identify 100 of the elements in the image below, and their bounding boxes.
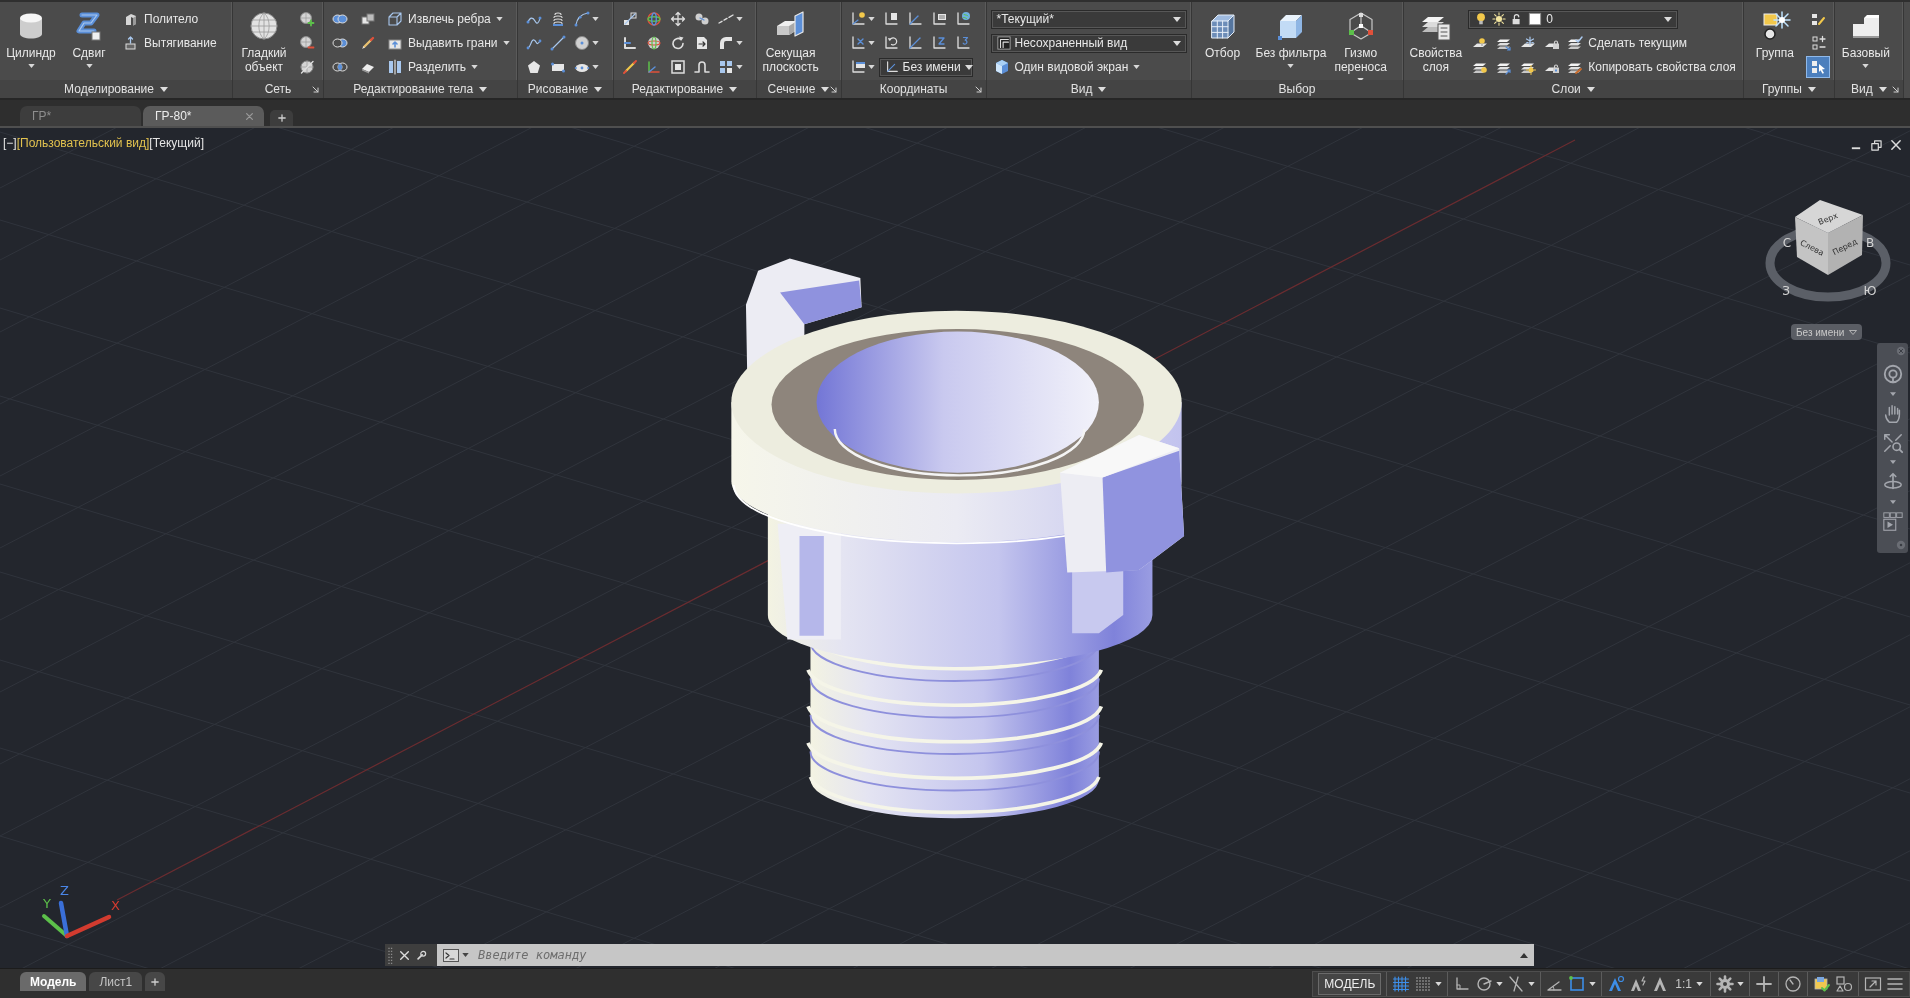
dialog-launcher-icon[interactable] [829,85,837,93]
view-cube[interactable] [1795,200,1863,275]
linked-circles-icon[interactable] [693,11,710,27]
tool-button[interactable]: Сдвиг [62,4,116,80]
caret-icon[interactable] [821,86,830,92]
layout-tab[interactable]: Модель [20,972,87,991]
globe-slash-icon[interactable] [299,59,315,75]
caret-icon[interactable] [1435,981,1443,986]
viewport-control[interactable]: [Пользовательский вид] [16,136,150,150]
axis-bulb-icon[interactable] [849,11,866,27]
terminal-icon[interactable] [443,948,459,962]
toggle-button[interactable] [1805,56,1830,78]
axis-window-icon[interactable] [849,59,866,75]
dot-icon[interactable] [1896,539,1906,550]
axis-doc-icon[interactable] [882,11,899,27]
tool-button[interactable]: Без фильтра [1253,4,1329,80]
caret-icon[interactable] [1737,981,1744,986]
tool-button[interactable]: Разделить [384,56,482,78]
dialog-launcher-icon[interactable] [974,85,982,93]
figure-bolt-icon[interactable] [1629,974,1648,993]
dialog-launcher-icon[interactable] [312,85,319,93]
brush-icon[interactable] [621,59,638,75]
new-layout-button[interactable] [145,972,166,991]
compass-label[interactable]: З [1782,284,1790,298]
command-line-field[interactable]: Введите команду [437,944,1534,966]
tool-button[interactable]: Копировать свойства слоя [1564,56,1739,78]
tool-button[interactable]: Отбор [1195,4,1250,80]
grid-squares-icon[interactable] [717,59,734,75]
viewport-control[interactable]: [Текущий] [149,136,204,150]
line-icon[interactable] [549,35,566,51]
globe-minus-icon[interactable] [299,35,315,51]
pentagon-icon[interactable] [525,59,542,75]
dialog-launcher-icon[interactable] [1891,85,1899,93]
circle-icon[interactable] [573,35,590,51]
compass-label[interactable]: В [1865,236,1875,250]
axis-list-icon[interactable] [930,11,947,27]
viewport-control[interactable]: [−] [3,136,17,150]
grip-icon[interactable] [388,946,393,964]
caret-icon[interactable] [479,86,488,92]
caret-icon[interactable] [729,86,738,92]
tool-button[interactable]: Выдавить грани [384,32,513,54]
dashed-line-icon[interactable] [717,11,734,27]
caret-icon[interactable] [1889,500,1896,505]
tool-button[interactable]: Гизмо переноса [1332,4,1389,80]
gear-icon[interactable] [1716,974,1734,993]
caret-icon[interactable] [735,17,743,21]
caret-up-icon[interactable] [1520,952,1528,958]
axes-icon[interactable] [645,59,662,75]
compass-label[interactable]: С [1782,236,1792,250]
wrench-icon[interactable] [416,949,427,961]
tool-button[interactable]: Гладкий объект [237,4,291,80]
axis-3-icon[interactable] [954,35,971,51]
corner-icon[interactable] [621,35,638,51]
tool-button[interactable]: Политело [120,8,202,30]
axis-icon[interactable] [906,11,923,27]
caret-icon[interactable] [867,17,875,21]
tool-button[interactable]: Базовый [1838,4,1893,80]
caret-icon[interactable] [1528,981,1536,986]
tool-button[interactable]: Цилиндр [4,4,58,80]
rounded-corner-icon[interactable] [717,35,734,51]
command-input[interactable]: Введите команду [472,946,1517,964]
arc-icon[interactable] [573,11,590,27]
panel-title[interactable]: Вид [1070,82,1093,96]
layout-tab[interactable]: Лист1 [89,972,143,991]
scale-button[interactable]: 1:1 [1673,972,1705,995]
squares-diagonal-icon[interactable] [621,11,638,27]
venn-filled-icon[interactable] [332,11,348,27]
caret-icon[interactable] [1878,86,1887,92]
plus-icon[interactable] [1755,974,1773,993]
pen-icon[interactable] [360,35,376,51]
dropdown[interactable]: Без имени [1791,324,1863,340]
caret-icon[interactable] [867,41,875,45]
snap-square-icon[interactable] [1568,974,1587,993]
axis-z-icon[interactable] [930,35,947,51]
tool-button[interactable]: Извлечь ребра [384,8,506,30]
caret-icon[interactable] [735,41,743,45]
caret-icon[interactable] [462,953,469,957]
steering-wheel-icon[interactable] [1881,362,1904,385]
tool-button[interactable]: Один видовой экран [990,56,1144,78]
boxes-icon[interactable] [360,11,376,27]
zoom-icon[interactable] [1881,431,1904,454]
caret-icon[interactable] [867,65,875,69]
caret-icon[interactable] [1889,460,1896,465]
nested-squares-icon[interactable] [669,59,686,75]
new-tab-button[interactable] [270,110,293,126]
dropdown[interactable]: Несохраненный вид [990,33,1187,53]
shapes-icon[interactable] [1835,974,1853,993]
caret-icon[interactable] [1098,86,1107,92]
axis-x-icon[interactable] [849,35,866,51]
play-icon[interactable] [1881,511,1904,533]
grid-icon[interactable] [1392,974,1411,993]
rings-icon[interactable] [645,11,662,27]
figure-circle-icon[interactable] [1607,974,1626,993]
venn-middle-icon[interactable] [332,59,348,75]
axis-diagonal-icon[interactable] [906,35,923,51]
compass-label[interactable]: Ю [1863,284,1877,298]
globe-plus-icon[interactable] [299,11,315,27]
caret-icon[interactable] [735,65,743,69]
tool-button[interactable]: Группа [1747,4,1802,80]
sphere-rings-icon[interactable] [645,35,662,51]
